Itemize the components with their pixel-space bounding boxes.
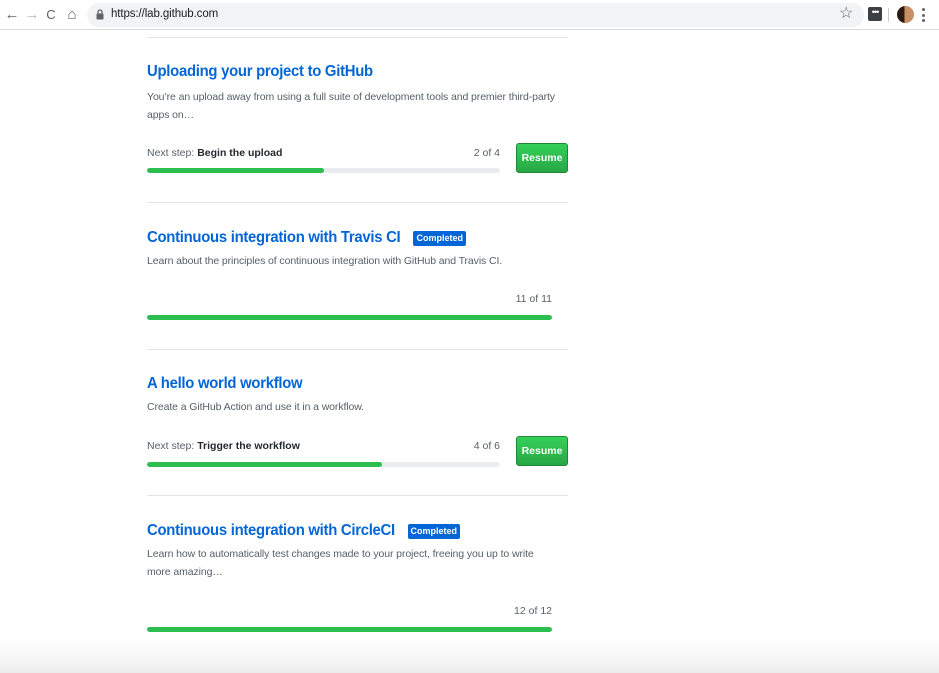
resume-button[interactable]: Resume (516, 143, 568, 173)
resume-button[interactable]: Resume (516, 436, 568, 466)
course-description: You’re an upload away from using a full … (147, 91, 555, 121)
next-step-name: Trigger the workflow (197, 440, 300, 452)
course-title-link[interactable]: Uploading your project to GitHub (147, 63, 373, 81)
divider (147, 202, 568, 203)
divider (147, 349, 568, 350)
progress-bar (147, 168, 500, 173)
course-title-link[interactable]: A hello world workflow (147, 375, 303, 393)
progress-count: 2 of 4 (473, 147, 500, 159)
course-description: Learn how to automatically test changes … (147, 548, 534, 578)
next-step: Next step: Begin the upload 2 of 4 (147, 147, 500, 161)
course-description: Create a GitHub Action and use it in a w… (147, 401, 364, 413)
course-card: Uploading your project to GitHub You’re … (147, 61, 568, 201)
profile-avatar[interactable] (897, 6, 914, 23)
forward-arrow-icon[interactable]: → (22, 4, 42, 24)
next-step: Next step: Trigger the workflow 4 of 6 (147, 440, 500, 454)
progress-bar (147, 315, 552, 320)
browser-toolbar: ← → C ⌂ https://lab.github.com ☆ ••• (0, 0, 939, 30)
course-card: A hello world workflow Create a GitHub A… (147, 373, 568, 493)
browser-menu-icon[interactable] (921, 6, 925, 24)
reload-icon[interactable]: C (41, 4, 61, 24)
course-description: Learn about the principles of continuous… (147, 255, 503, 267)
lock-icon (96, 9, 104, 20)
progress-bar (147, 462, 500, 467)
page-content: Uploading your project to GitHub You’re … (0, 31, 939, 673)
progress-count: 4 of 6 (473, 440, 500, 452)
course-title-link[interactable]: Continuous integration with Travis CI (147, 229, 401, 247)
next-step-prefix: Next step: (147, 440, 198, 452)
extension-icon[interactable]: ••• (868, 7, 882, 21)
toolbar-divider (888, 8, 889, 22)
progress-fill (147, 168, 324, 173)
bookmark-star-icon[interactable]: ☆ (839, 3, 853, 23)
back-arrow-icon[interactable]: ← (2, 4, 22, 24)
completed-badge: Completed (407, 523, 461, 539)
divider (147, 37, 568, 38)
progress-fill (147, 627, 552, 632)
progress-fill (147, 315, 552, 320)
address-bar[interactable]: https://lab.github.com (87, 3, 864, 27)
completed-badge: Completed (413, 230, 466, 246)
divider (147, 495, 568, 496)
progress-count: 11 of 11 (515, 293, 552, 305)
progress-count: 12 of 12 (514, 605, 552, 617)
course-card: Continuous integration with CircleCI Com… (147, 520, 568, 640)
course-title-link[interactable]: Continuous integration with CircleCI (147, 522, 395, 540)
next-step-prefix: Next step: (147, 147, 198, 159)
progress-bar (147, 627, 552, 632)
progress-fill (147, 462, 383, 467)
course-card: Continuous integration with Travis CI Co… (147, 227, 568, 352)
next-step-name: Begin the upload (197, 147, 283, 159)
window-bottom-edge (0, 637, 939, 673)
home-icon[interactable]: ⌂ (62, 4, 82, 24)
url-text: https://lab.github.com (111, 8, 219, 20)
